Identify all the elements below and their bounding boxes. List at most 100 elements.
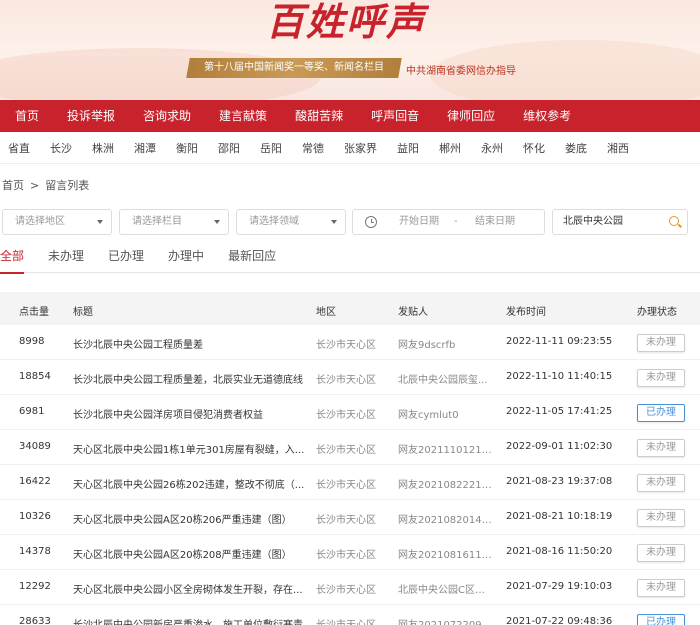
date-separator: - [454, 216, 458, 227]
search-input[interactable]: 北辰中央公园 [552, 209, 688, 235]
click-count: 6981 [19, 406, 45, 417]
nav-item[interactable]: 首页 [0, 100, 53, 132]
status-tabs: 全部 未办理 已办理 办理中 最新回应 [0, 247, 700, 274]
city-link[interactable]: 常德 [292, 140, 334, 156]
nav-item[interactable]: 呼声回音 [357, 100, 433, 132]
breadcrumb-current: 留言列表 [45, 179, 90, 192]
post-title[interactable]: 天心区北辰中央公园A区20栋206严重违建（图） [73, 511, 305, 526]
click-count: 12292 [19, 581, 51, 592]
tab-item[interactable]: 办理中 [168, 247, 204, 273]
search-input-value: 北辰中央公园 [563, 216, 623, 227]
poster-cell: 网友9dscrfb [398, 340, 456, 351]
table-row[interactable]: 10326 天心区北辰中央公园A区20栋206严重违建（图） 长沙市天心区 网友202… [0, 500, 700, 535]
search-icon[interactable] [669, 216, 679, 226]
start-date-input[interactable]: 开始日期 [399, 210, 439, 234]
breadcrumb-home[interactable]: 首页 [2, 177, 24, 193]
publish-time: 2022-11-10 11:40:15 [506, 371, 613, 382]
region-select-placeholder: 请选择地区 [15, 216, 65, 227]
poster-cell: 网友cymlut0 [398, 410, 459, 421]
city-link[interactable]: 郴州 [429, 140, 471, 156]
table-row[interactable]: 12292 天心区北辰中央公园小区全房砌体发生开裂，存在... 长沙市天心区 北辰中央… [0, 570, 700, 605]
status-badge: 未办理 [637, 509, 685, 527]
post-title[interactable]: 长沙北辰中央公园洋房项目侵犯消费者权益 [73, 406, 305, 421]
region-select[interactable]: 请选择地区 [2, 209, 112, 235]
nav-item[interactable]: 投诉举报 [53, 100, 129, 132]
city-link[interactable]: 株洲 [82, 140, 124, 156]
poster-cell: 网友202108161131... [398, 550, 494, 561]
city-link[interactable]: 娄底 [555, 140, 597, 156]
nav-item[interactable]: 咨询求助 [129, 100, 205, 132]
field-select[interactable]: 请选择领域 [236, 209, 346, 235]
header-banner: 百姓呼声 第十八届中国新闻奖一等奖、新闻名栏目 中共湖南省委网信办指导 [0, 0, 700, 100]
click-count: 14378 [19, 546, 51, 557]
region-cell: 长沙市天心区 [316, 480, 376, 491]
city-link[interactable]: 张家界 [334, 140, 387, 156]
column-header: 发贴人 [398, 307, 428, 318]
status-badge: 未办理 [637, 474, 685, 492]
click-count: 28633 [19, 616, 51, 625]
table-row[interactable]: 16422 天心区北辰中央公园26栋202违建，整改不彻底（... 长沙市天心区 网友… [0, 465, 700, 500]
table-row[interactable]: 34089 天心区北辰中央公园1栋1单元301房屋有裂缝，入... 长沙市天心区 网友… [0, 430, 700, 465]
tab-item[interactable]: 未办理 [48, 247, 84, 273]
end-date-input[interactable]: 结束日期 [475, 210, 515, 234]
city-link[interactable]: 湘西 [597, 140, 639, 156]
click-count: 34089 [19, 441, 51, 452]
tab-item[interactable]: 全部 [0, 247, 25, 274]
table-row[interactable]: 28633 长沙北辰中央公园新房严重渗水，施工单位敷衍塞责 长沙市天心区网友2021… [0, 605, 700, 625]
guide-text: 中共湖南省委网信办指导 [406, 66, 516, 77]
breadcrumb-separator: > [30, 178, 40, 192]
click-count: 18854 [19, 371, 51, 382]
status-badge: 未办理 [637, 369, 685, 387]
status-badge: 已办理 [637, 614, 685, 625]
post-title[interactable]: 长沙北辰中央公园工程质量差 [73, 336, 305, 351]
post-title[interactable]: 天心区北辰中央公园26栋202违建，整改不彻底（... [73, 476, 305, 491]
poster-cell: 网友202108222151... [398, 480, 494, 491]
table-row[interactable]: 14378 天心区北辰中央公园A区20栋208严重违建（图） 长沙市天心区 网友202… [0, 535, 700, 570]
city-link[interactable]: 省直 [0, 140, 40, 156]
city-link[interactable]: 邵阳 [208, 140, 250, 156]
clock-icon [365, 216, 377, 228]
post-title[interactable]: 长沙北辰中央公园新房严重渗水，施工单位敷衍塞责 [73, 616, 305, 625]
site-logo[interactable]: 百姓呼声 [266, 0, 426, 44]
city-nav: 省直 长沙 株洲 湘潭 衡阳 邵阳 岳阳 常德 张家界 益阳 郴州 永州 怀化 娄底 湘西 [0, 132, 700, 164]
breadcrumb: 首页 > 留言列表 [2, 177, 89, 193]
column-select[interactable]: 请选择栏目 [119, 209, 229, 235]
table-row[interactable]: 8998 长沙北辰中央公园工程质量差 长沙市天心区 网友9dscrfb 2022-11-… [0, 325, 700, 360]
publish-time: 2022-11-05 17:41:25 [506, 406, 613, 417]
date-range-picker[interactable]: 开始日期 - 结束日期 [352, 209, 545, 235]
nav-item[interactable]: 律师回应 [433, 100, 509, 132]
chevron-down-icon [214, 220, 220, 224]
column-header: 点击量 [19, 307, 49, 318]
page: 百姓呼声 第十八届中国新闻奖一等奖、新闻名栏目 中共湖南省委网信办指导 首页 投诉… [0, 0, 700, 625]
publish-time: 2021-08-21 10:18:19 [506, 511, 613, 522]
post-title[interactable]: 天心区北辰中央公园小区全房砌体发生开裂，存在... [73, 581, 305, 596]
city-link[interactable]: 岳阳 [250, 140, 292, 156]
region-cell: 长沙市天心区 [316, 410, 376, 421]
nav-item[interactable]: 酸甜苦辣 [281, 100, 357, 132]
region-cell: 长沙市天心区 [316, 340, 376, 351]
region-cell: 长沙市天心区 [316, 515, 376, 526]
city-link[interactable]: 湘潭 [124, 140, 166, 156]
post-title[interactable]: 长沙北辰中央公园工程质量差，北辰实业无道德底线 [73, 371, 305, 386]
city-link[interactable]: 益阳 [387, 140, 429, 156]
post-title[interactable]: 天心区北辰中央公园1栋1单元301房屋有裂缝，入... [73, 441, 305, 456]
award-ribbon: 第十八届中国新闻奖一等奖、新闻名栏目 [186, 58, 402, 78]
poster-cell: 北辰中央公园C区已... [398, 585, 494, 596]
publish-time: 2022-09-01 11:02:30 [506, 441, 613, 452]
table-row[interactable]: 6981 长沙北辰中央公园洋房项目侵犯消费者权益 长沙市天心区 网友cymlut0 20… [0, 395, 700, 430]
nav-item[interactable]: 建言献策 [205, 100, 281, 132]
nav-item[interactable]: 维权参考 [509, 100, 585, 132]
city-link[interactable]: 长沙 [40, 140, 82, 156]
column-header: 办理状态 [637, 307, 677, 318]
column-header: 发布时间 [506, 307, 546, 318]
tab-item[interactable]: 已办理 [108, 247, 144, 273]
click-count: 10326 [19, 511, 51, 522]
table-row[interactable]: 18854 长沙北辰中央公园工程质量差，北辰实业无道德底线 长沙市天心区 北辰中央公园… [0, 360, 700, 395]
city-link[interactable]: 怀化 [513, 140, 555, 156]
tab-item[interactable]: 最新回应 [228, 247, 276, 273]
post-title[interactable]: 天心区北辰中央公园A区20栋208严重违建（图） [73, 546, 305, 561]
city-link[interactable]: 永州 [471, 140, 513, 156]
city-link[interactable]: 衡阳 [166, 140, 208, 156]
click-count: 8998 [19, 336, 45, 347]
field-select-placeholder: 请选择领域 [249, 216, 299, 227]
